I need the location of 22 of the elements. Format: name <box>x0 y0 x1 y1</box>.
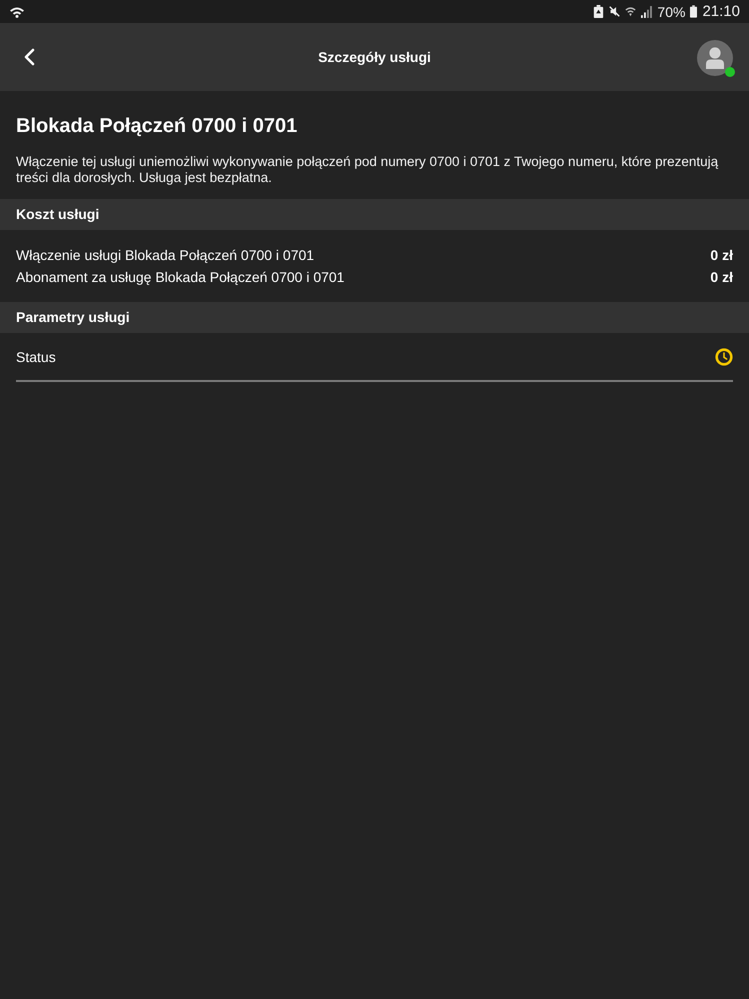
section-header: Koszt usługi <box>0 199 749 230</box>
wifi-icon <box>625 5 636 18</box>
back-icon <box>24 48 35 66</box>
service-title: Blokada Połączeń 0700 i 0701 <box>16 114 298 139</box>
wifi-icon <box>9 6 25 18</box>
mute-icon <box>609 5 620 18</box>
user-silhouette-icon <box>697 40 733 76</box>
battery-icon <box>690 5 698 18</box>
cost-label: Włączenie usługi Blokada Połączeń 0700 i 0701 <box>16 247 314 263</box>
cost-value: 0 zł <box>710 269 733 285</box>
cost-value: 0 zł <box>710 247 733 263</box>
profile-avatar[interactable] <box>697 39 735 77</box>
section-header: Parametry usługi <box>0 302 749 333</box>
status-label: Status <box>16 348 56 364</box>
clock-time: 21:10 <box>702 4 740 20</box>
signal-icon <box>641 6 652 18</box>
page-title: Szczegóły usługi <box>318 49 431 65</box>
service-description: Włączenie tej usługi uniemożliwi wykonywanie połączeń pod numery 0700 i 0701 z Twojego numeru, które prezentują treści dla dorosłych. Usługa jest bezpłatna. <box>16 154 720 186</box>
battery-saver-icon <box>593 5 604 18</box>
cost-label: Abonament za usługę Blokada Połączeń 0700 i 0701 <box>16 269 344 285</box>
clock-icon <box>715 348 733 366</box>
battery-level: 70% <box>657 4 686 20</box>
